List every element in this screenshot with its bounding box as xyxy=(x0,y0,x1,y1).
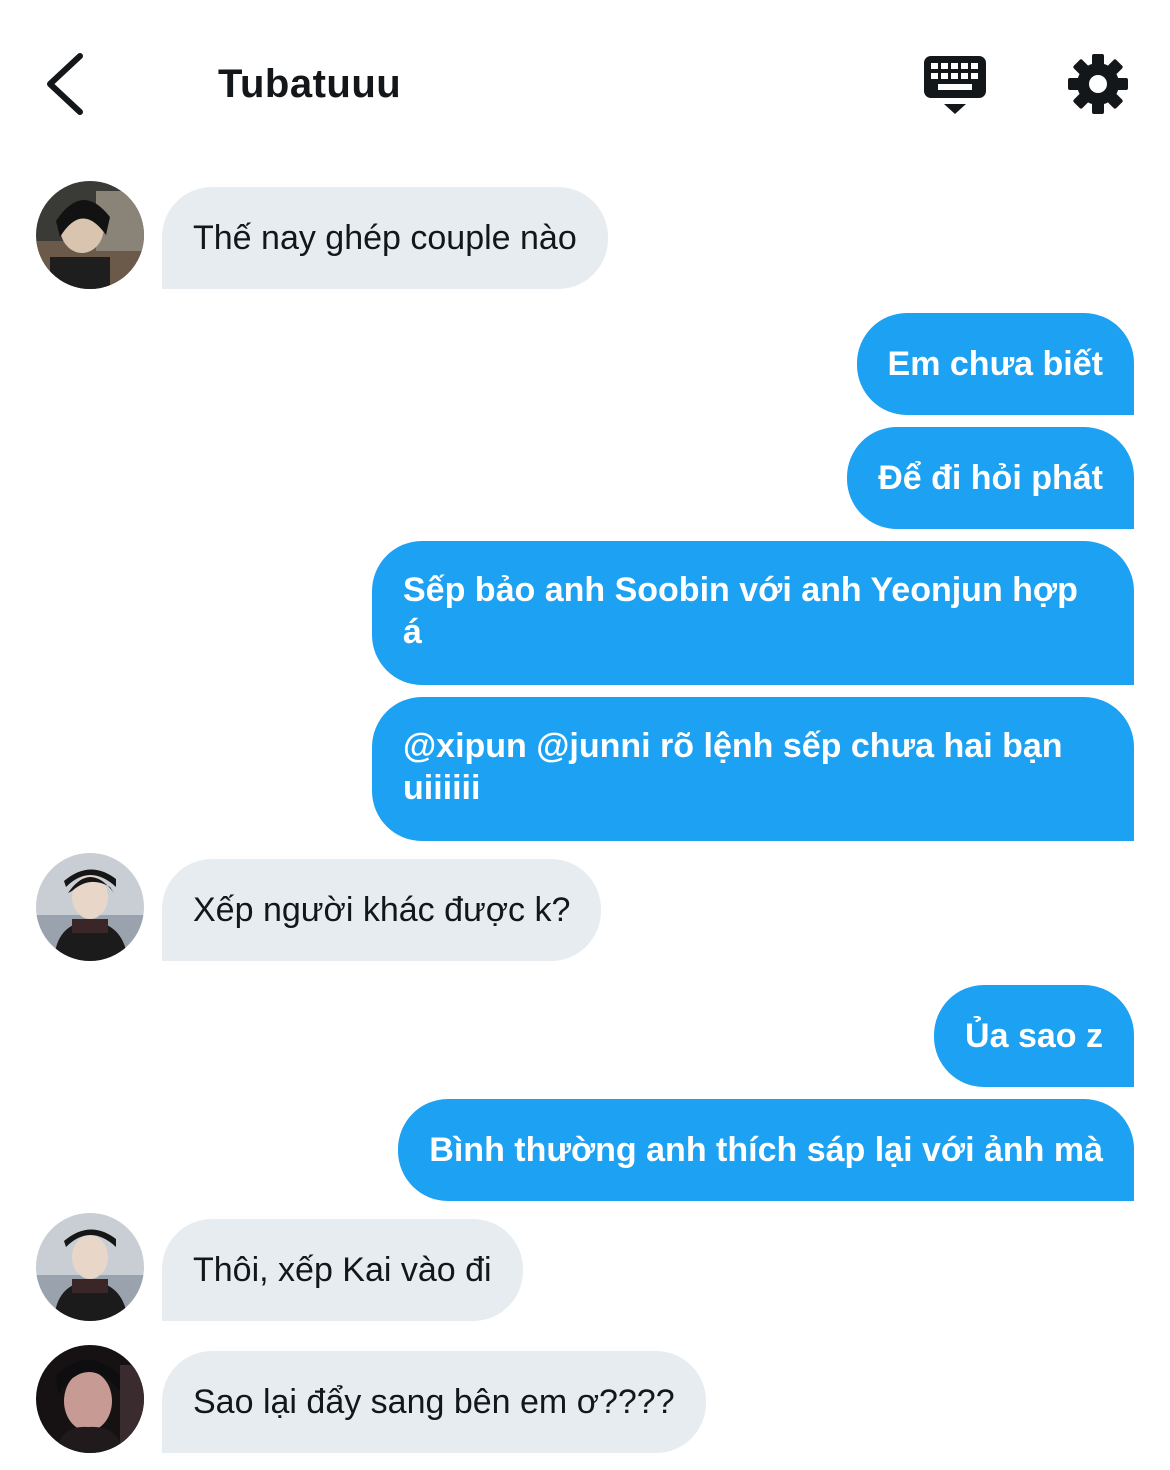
avatar[interactable] xyxy=(36,181,144,289)
incoming-message-bubble[interactable]: Thôi, xếp Kai vào đi xyxy=(162,1219,523,1321)
avatar[interactable] xyxy=(36,853,144,961)
keyboard-icon xyxy=(924,56,986,114)
incoming-message-bubble[interactable]: Sao lại đẩy sang bên em ơ???? xyxy=(162,1351,706,1453)
incoming-message-bubble[interactable]: Thế nay ghép couple nào xyxy=(162,187,608,289)
back-button[interactable] xyxy=(38,48,98,120)
avatar[interactable] xyxy=(36,1213,144,1321)
avatar[interactable] xyxy=(36,1345,144,1453)
chat-header: Tubatuuu xyxy=(0,0,1170,170)
gear-icon xyxy=(1068,54,1128,114)
incoming-message-bubble[interactable]: Xếp người khác được k? xyxy=(162,859,602,961)
chevron-left-icon xyxy=(47,53,83,115)
outgoing-message-bubble[interactable]: Ủa sao z xyxy=(934,985,1134,1087)
outgoing-message-bubble[interactable]: Em chưa biết xyxy=(856,313,1134,415)
conversation-title: Tubatuuu xyxy=(218,62,402,106)
keyboard-button[interactable] xyxy=(920,52,990,118)
outgoing-message-bubble[interactable]: @xipun @junni rõ lệnh sếp chưa hai bạn u… xyxy=(372,697,1134,841)
outgoing-message-bubble[interactable]: Sếp bảo anh Soobin với anh Yeonjun hợp á xyxy=(372,541,1134,685)
outgoing-message-bubble[interactable]: Để đi hỏi phát xyxy=(847,427,1134,529)
outgoing-message-bubble[interactable]: Bình thường anh thích sáp lại với ảnh mà xyxy=(398,1099,1134,1201)
settings-button[interactable] xyxy=(1066,52,1130,116)
